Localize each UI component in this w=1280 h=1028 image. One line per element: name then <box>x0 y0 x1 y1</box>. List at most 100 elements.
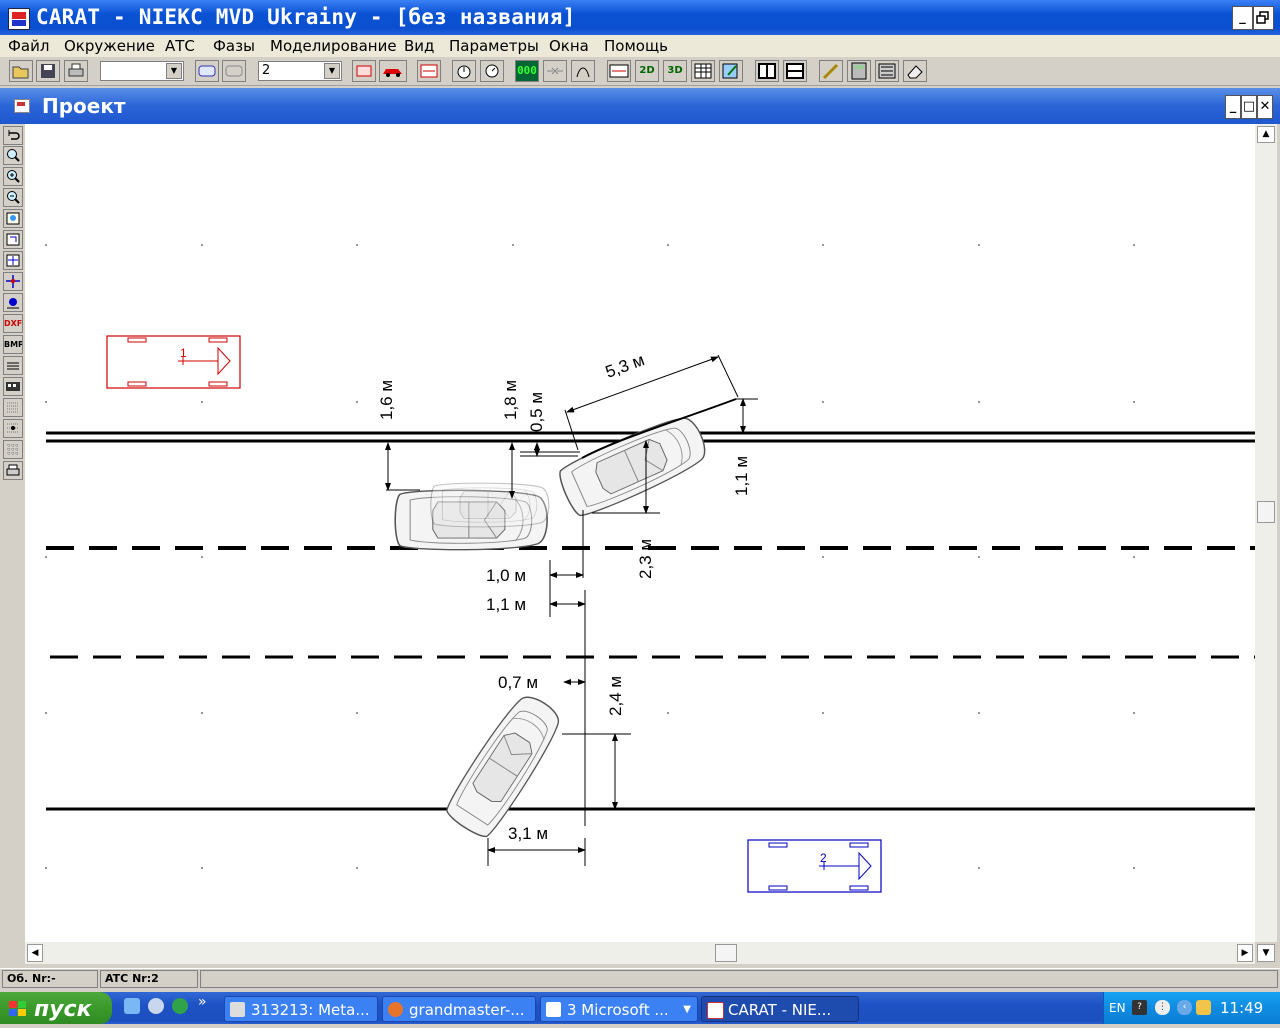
vehicle-combo-value: 2 <box>262 63 271 78</box>
network-tray-icon[interactable]: ⋮ <box>1155 1000 1170 1015</box>
pencil-note-icon <box>722 63 738 79</box>
taskbar-item-carat[interactable]: CARAT - NIE... <box>701 996 859 1022</box>
zoom-window-button[interactable] <box>3 230 23 249</box>
view-2d-button[interactable]: 2D <box>635 60 659 82</box>
view-3d-button[interactable]: 3D <box>663 60 687 82</box>
taskbar-item-word-group[interactable]: 3 Microsoft ... ▼ <box>540 996 698 1022</box>
scroll-up-arrow[interactable]: ▲ <box>1257 126 1275 143</box>
menu-help[interactable]: Помощь <box>604 37 668 55</box>
dim-label-2-4: 2,4 м <box>606 676 625 716</box>
grid2-button[interactable] <box>3 440 23 459</box>
timer-button[interactable] <box>452 60 476 82</box>
language-indicator[interactable]: EN <box>1109 992 1126 1024</box>
printer-icon <box>68 63 84 77</box>
restore-button[interactable] <box>1253 6 1274 30</box>
back-tray-icon[interactable]: ‹ <box>1177 1000 1192 1015</box>
collision-button[interactable] <box>543 60 567 82</box>
child-maximize-button[interactable]: □ <box>1241 95 1257 119</box>
calculator-button[interactable] <box>847 60 871 82</box>
menu-phases[interactable]: Фазы <box>213 37 255 55</box>
environment2-button[interactable] <box>222 60 246 82</box>
zoom-combo[interactable]: ▼ <box>100 61 184 81</box>
car-2-collision-position[interactable] <box>553 408 714 522</box>
vehicle-combo[interactable]: 2 ▼ <box>258 61 342 81</box>
vertical-scroll-thumb[interactable] <box>1257 501 1275 523</box>
color-button[interactable] <box>3 293 23 312</box>
child-close-button[interactable]: ✕ <box>1257 95 1273 119</box>
open-folder-icon <box>12 66 29 79</box>
horizontal-scroll-thumb[interactable] <box>715 944 737 962</box>
save-button[interactable] <box>36 60 60 82</box>
quicklaunch-browser-icon[interactable] <box>172 998 188 1014</box>
clock-button[interactable] <box>480 60 504 82</box>
zoom-in-button[interactable] <box>3 146 23 165</box>
bmp-import-button[interactable]: BMP <box>3 335 23 354</box>
car-2-initial-position[interactable] <box>440 687 569 843</box>
pan-button[interactable] <box>3 251 23 270</box>
dimension-button[interactable] <box>607 60 631 82</box>
scroll-left-arrow[interactable]: ◀ <box>27 944 43 962</box>
dim-label-0-5: 0,5 м <box>527 392 546 432</box>
horizontal-scrollbar[interactable]: ◀ ▶ <box>25 942 1255 964</box>
layers-button[interactable] <box>3 356 23 375</box>
film-button[interactable] <box>3 377 23 396</box>
print-button[interactable] <box>64 60 88 82</box>
vertical-scrollbar[interactable]: ▲ <box>1255 124 1277 942</box>
split-vertical-button[interactable] <box>755 60 779 82</box>
quicklaunch-app-icon[interactable] <box>148 998 164 1014</box>
snap-button[interactable] <box>3 419 23 438</box>
zoom-fit-icon <box>6 212 20 225</box>
chevron-down-icon[interactable]: ▼ <box>166 63 182 79</box>
draw-button[interactable] <box>819 60 843 82</box>
drawing-canvas[interactable]: 1 2 5,3 м 1,6 м 1,8 м 0,5 м 1,1 м 2,3 м … <box>25 124 1255 942</box>
menu-windows[interactable]: Окна <box>549 37 589 55</box>
menu-vehicles[interactable]: АТС <box>165 37 195 55</box>
menu-parameters[interactable]: Параметры <box>449 37 539 55</box>
menu-environment[interactable]: Окружение <box>64 37 155 55</box>
vehicle-2-schematic[interactable]: 2 <box>747 839 882 893</box>
zoom-fit-button[interactable] <box>3 209 23 228</box>
grid-icon <box>7 444 19 455</box>
trajectory-button[interactable] <box>571 60 595 82</box>
scroll-right-arrow[interactable]: ▶ <box>1237 944 1253 962</box>
print-preview-button[interactable] <box>3 461 23 480</box>
messenger-tray-icon[interactable] <box>1196 1000 1211 1015</box>
app-logo-icon[interactable] <box>8 8 30 30</box>
accident-scheme[interactable]: 1 2 5,3 м 1,6 м 1,8 м 0,5 м 1,1 м 2,3 м … <box>25 124 1255 942</box>
table-button[interactable] <box>691 60 715 82</box>
undo-button[interactable] <box>3 126 23 145</box>
counter-button[interactable]: 000 <box>515 60 539 82</box>
dxf-import-button[interactable]: DXF <box>3 314 23 333</box>
show-desktop-icon[interactable] <box>124 998 140 1014</box>
vehicle-1-schematic[interactable]: 1 <box>106 335 241 389</box>
stopwatch-icon <box>457 65 471 79</box>
zoom-in2-button[interactable] <box>3 167 23 186</box>
project-window-icon[interactable] <box>14 99 30 113</box>
menu-file[interactable]: Файл <box>8 37 49 55</box>
edit-button[interactable] <box>719 60 743 82</box>
taskbar-item-metastock[interactable]: 313213: Meta... <box>224 996 378 1022</box>
scroll-down-arrow[interactable]: ▼ <box>1257 944 1275 962</box>
app-title: CARAT - NIEKC MVD Ukrainy - [без названи… <box>36 5 576 29</box>
open-button[interactable] <box>9 60 33 82</box>
environment-button[interactable] <box>195 60 219 82</box>
help-tray-icon[interactable]: ? <box>1132 1000 1147 1015</box>
measure-button[interactable] <box>417 60 441 82</box>
taskbar-item-firefox[interactable]: grandmaster-... <box>382 996 536 1022</box>
eraser-icon <box>907 65 923 79</box>
split-horizontal-button[interactable] <box>783 60 807 82</box>
child-minimize-button[interactable]: _ <box>1225 95 1241 119</box>
eraser-button[interactable] <box>903 60 927 82</box>
menu-view[interactable]: Вид <box>404 37 434 55</box>
compute-button[interactable] <box>875 60 899 82</box>
zoom-out-button[interactable] <box>3 188 23 207</box>
minimize-button[interactable]: _ <box>1232 6 1253 30</box>
car-button[interactable] <box>379 60 407 82</box>
vehicle-button[interactable] <box>352 60 376 82</box>
grid-button[interactable] <box>3 398 23 417</box>
menu-modeling[interactable]: Моделирование <box>270 37 397 55</box>
dim-label-1-8: 1,8 м <box>501 380 520 420</box>
quicklaunch-more-icon[interactable]: » <box>198 994 207 1010</box>
move-button[interactable] <box>3 272 23 291</box>
chevron-down-icon[interactable]: ▼ <box>324 63 340 79</box>
